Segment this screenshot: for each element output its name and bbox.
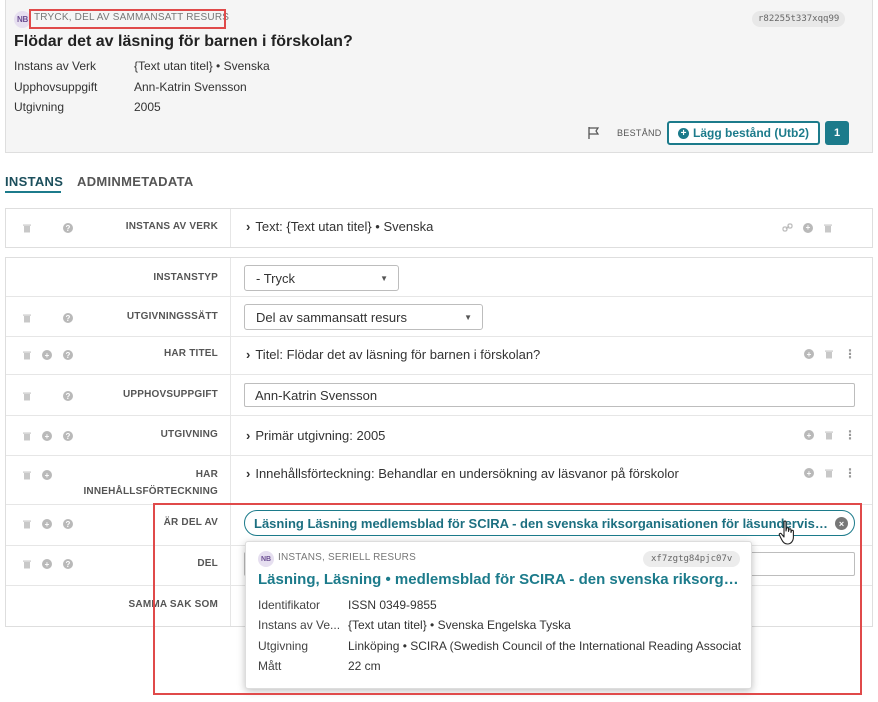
more-options-icon[interactable]: ⋮ [844, 429, 856, 441]
chevron-right-icon: › [246, 466, 251, 481]
add-icon[interactable]: + [804, 349, 814, 359]
utgivning-value[interactable]: › Primär utgivning: 2005 [246, 428, 385, 443]
field-label: UPPHOVSUPPGIFT [122, 389, 218, 400]
page-title: Flödar det av läsning för barnen i försk… [14, 33, 353, 50]
meta-value: {Text utan titel} • Svenska [134, 59, 270, 73]
row-tools: + [782, 222, 833, 233]
field-label: UTGIVNING [160, 429, 218, 440]
row-tools: + ⋮ [804, 348, 856, 360]
chevron-right-icon: › [246, 347, 251, 362]
upphovsuppgift-input[interactable]: Ann-Katrin Svensson [244, 383, 855, 407]
chevron-right-icon: › [246, 219, 251, 234]
add-holding-label: Lägg bestånd (Utb2) [693, 126, 809, 140]
har-titel-value[interactable]: › Titel: Flödar det av läsning för barnen… [246, 347, 540, 362]
instanstyp-select[interactable]: - Tryck ▼ [244, 265, 399, 291]
field-label: INNEHÅLLSFÖRTECKNING [83, 486, 218, 497]
plus-circle-icon: + [678, 127, 689, 139]
field-value: Titel: Flödar det av läsning för barnen … [255, 347, 541, 362]
caret-down-icon: ▼ [464, 312, 472, 322]
instans-av-verk-value[interactable]: › Text: {Text utan titel} • Svenska [246, 219, 433, 234]
add-icon[interactable]: + [804, 468, 814, 478]
row-tools: + ⋮ [804, 429, 856, 441]
row-tools: + ⋮ [804, 467, 856, 479]
tab-active-indicator [5, 191, 61, 193]
row-separator [6, 374, 872, 375]
meta-value: 2005 [134, 100, 161, 114]
record-id-badge[interactable]: r82255t337xqq99 [752, 11, 846, 27]
field-label: INSTANS AV VERK [125, 221, 218, 232]
trash-icon[interactable] [823, 223, 833, 233]
meta-value: Ann-Katrin Svensson [134, 80, 247, 94]
tab-adminmetadata[interactable]: ADMINMETADATA [77, 174, 194, 189]
row-separator [6, 455, 872, 456]
more-options-icon[interactable]: ⋮ [844, 348, 856, 360]
chevron-right-icon: › [246, 428, 251, 443]
trash-icon[interactable] [824, 468, 834, 478]
link-icon[interactable] [782, 222, 793, 233]
add-icon[interactable]: + [804, 430, 814, 440]
add-icon[interactable]: + [803, 222, 813, 233]
holdings-count-button[interactable]: 1 [825, 121, 849, 145]
tab-instans[interactable]: INSTANS [5, 174, 63, 189]
field-value: Innehållsförteckning: Behandlar en under… [255, 466, 679, 481]
column-divider [230, 209, 231, 247]
row-separator [6, 415, 872, 416]
trash-icon[interactable] [824, 430, 834, 440]
meta-key: Utgivning [14, 100, 65, 114]
field-label: HAR TITEL [163, 348, 218, 359]
select-value: - Tryck [256, 270, 295, 286]
trash-icon[interactable] [824, 349, 834, 359]
field-label: UTGIVNINGSSÄTT [126, 311, 218, 322]
har-innehall-value[interactable]: › Innehållsförteckning: Behandlar en unde… [246, 466, 679, 481]
add-holding-button[interactable]: + Lägg bestånd (Utb2) [667, 121, 820, 145]
select-value: Del av sammansatt resurs [256, 309, 407, 325]
caret-down-icon: ▼ [380, 273, 388, 283]
highlight-box-type [29, 9, 226, 29]
flag-icon[interactable] [587, 126, 601, 140]
field-value: Primär utgivning: 2005 [255, 428, 386, 443]
utgivningssatt-select[interactable]: Del av sammansatt resurs ▼ [244, 304, 483, 330]
row-separator [6, 336, 872, 337]
field-label: INSTANSTYP [153, 272, 218, 283]
meta-key: Instans av Verk [14, 59, 97, 73]
meta-key: Upphovsuppgift [14, 80, 98, 94]
highlight-box-linked [153, 503, 862, 695]
field-label: HAR [195, 469, 218, 480]
more-options-icon[interactable]: ⋮ [844, 467, 856, 479]
bestand-label: BESTÅND [617, 128, 662, 138]
field-value: Text: {Text utan titel} • Svenska [255, 219, 434, 234]
row-separator [6, 296, 872, 297]
